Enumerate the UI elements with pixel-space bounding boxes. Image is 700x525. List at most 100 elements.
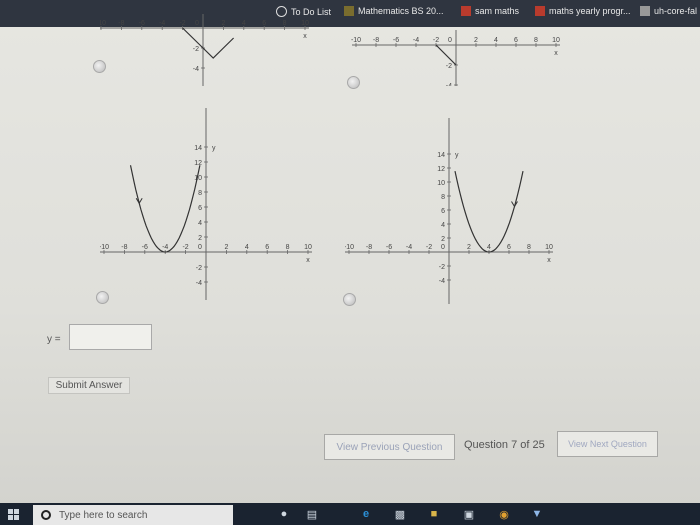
y-tick-label: -4 [193,66,199,73]
y-tick-label: 10 [437,180,445,187]
graph-option-c: -10-8-6-4-20246810x1412108642-2-4y [100,108,312,300]
x-tick-label: 0 [195,20,199,27]
x-tick-label: 8 [286,244,290,251]
bookmark-yearly-progress[interactable]: maths yearly progr... [535,6,631,16]
y-tick-label: 2 [198,235,202,242]
y-tick-label: 14 [437,152,445,159]
pin-icon[interactable]: ▼ [530,507,544,521]
graph-option-b: -10 -8 -6 -4 -2 0 2 4 6 8 10 x -2 -4 [351,30,560,86]
y-tick-label: -4 [439,278,445,285]
x-axis-label: x [306,257,310,264]
x-tick-label: -4 [406,244,412,251]
x-tick-label: -8 [373,37,379,44]
bookmark-label: sam maths [475,6,520,16]
windows-start-icon[interactable] [8,509,19,520]
x-tick-label: -8 [118,20,124,27]
taskbar-search-box[interactable]: Type here to search [33,505,233,525]
x-tick-label: 8 [527,244,531,251]
x-tick-label: 4 [487,244,491,251]
bookmark-label: Mathematics BS 20... [358,6,444,16]
task-view-icon[interactable]: ▤ [305,507,319,521]
x-tick-label: -6 [386,244,392,251]
x-tick-label: 4 [245,244,249,251]
radio-option-c[interactable] [96,291,109,304]
x-tick-label: 6 [507,244,511,251]
x-tick-label: -6 [139,20,145,27]
y-tick-label: 8 [441,194,445,201]
y-tick-label: 6 [441,208,445,215]
radio-option-a[interactable] [93,60,106,73]
x-tick-label: -6 [393,37,399,44]
x-tick-label: 6 [262,20,266,27]
y-tick-label: 8 [198,190,202,197]
x-tick-label: -2 [433,37,439,44]
bookmark-uh-core[interactable]: uh-core-fal [640,6,697,16]
x-tick-label: 0 [448,37,452,44]
view-next-question-button[interactable]: View Next Question [557,431,658,457]
x-tick-label: -10 [345,244,354,251]
chrome-icon[interactable]: ◉ [497,507,511,521]
radio-option-b[interactable] [347,76,360,89]
cortana-circle-icon [41,510,51,520]
answer-input[interactable] [69,324,152,350]
store-icon[interactable]: ▩ [393,507,407,521]
bookmark-icon [640,6,650,16]
x-tick-label: 0 [441,244,445,251]
x-tick-label: 2 [221,20,225,27]
bookmark-icon [344,6,354,16]
y-tick-label: -4 [446,83,452,86]
x-axis-label: x [547,257,551,264]
bookmark-sam-maths[interactable]: sam maths [461,6,519,16]
x-tick-label: -4 [162,244,168,251]
x-tick-label: -8 [366,244,372,251]
taskbar: Type here to search ● ▤ e ▩ ■ ▣ ◉ ▼ [0,503,700,525]
x-axis-label: x [554,50,558,57]
x-tick-label: 6 [514,37,518,44]
x-tick-label: -10 [351,37,361,44]
question-counter: Question 7 of 25 [464,439,545,451]
bookmark-icon [461,6,471,16]
x-tick-label: 10 [545,244,553,251]
x-tick-label: 0 [198,244,202,251]
file-explorer-icon[interactable]: ■ [427,507,441,521]
answer-label: y = [47,334,61,345]
bookmark-mathematics[interactable]: Mathematics BS 20... [344,6,444,16]
y-axis-label: y [455,152,459,159]
x-tick-label: 4 [494,37,498,44]
x-tick-label: -10 [100,20,106,27]
x-tick-label: -6 [142,244,148,251]
y-tick-label: -2 [446,63,452,70]
y-tick-label: 4 [198,220,202,227]
x-tick-label: 2 [474,37,478,44]
shopping-bag-icon[interactable]: ▣ [462,507,476,521]
x-tick-label: -4 [413,37,419,44]
y-tick-label: 6 [198,205,202,212]
x-tick-label: -2 [182,244,188,251]
radio-option-d[interactable] [343,293,356,306]
x-tick-label: 6 [265,244,269,251]
submit-answer-button[interactable]: Submit Answer [48,377,130,394]
search-placeholder: Type here to search [59,509,148,521]
view-previous-question-button[interactable]: View Previous Question [324,434,455,460]
y-tick-label: 14 [194,145,202,152]
curve-series [435,44,457,66]
x-axis-label: x [303,33,307,40]
y-tick-label: 2 [441,236,445,243]
bookmark-icon [535,6,545,16]
graph-option-d: -10-8-6-4-20246810x1412108642-2-4y [345,118,553,304]
microphone-icon[interactable]: ● [277,507,291,521]
curve-series [454,170,524,253]
y-axis-label: y [212,145,216,152]
bookmark-label: uh-core-fal [654,6,698,16]
y-tick-label: 12 [194,160,202,167]
x-tick-label: -10 [100,244,109,251]
x-tick-label: -2 [179,20,185,27]
x-tick-label: 8 [283,20,287,27]
graph-option-a: -10 -8 -6 -4 -2 0 2 4 6 8 10 x -2 -4 [100,14,309,86]
curve-arrow [511,201,518,208]
x-tick-label: 4 [242,20,246,27]
y-tick-label: -2 [439,264,445,271]
edge-icon[interactable]: e [359,507,373,521]
x-tick-label: -4 [159,20,165,27]
x-tick-label: 10 [552,37,560,44]
